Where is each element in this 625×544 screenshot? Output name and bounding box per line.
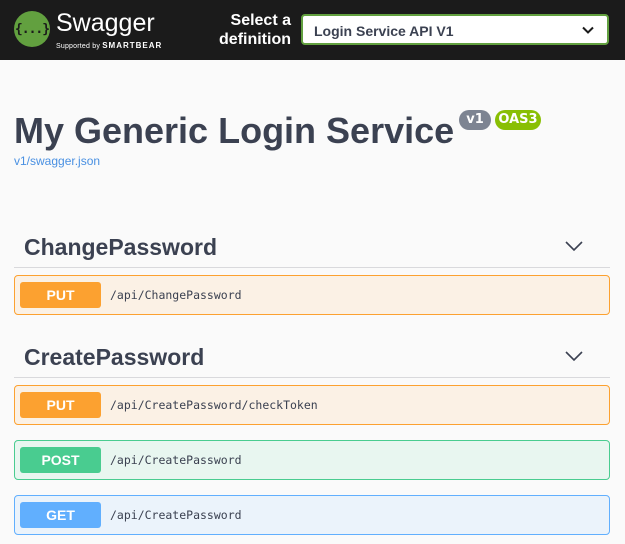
version-badge: v1 bbox=[459, 110, 491, 130]
tag-name: ChangePassword bbox=[24, 234, 217, 260]
chevron-down-icon bbox=[582, 26, 594, 34]
operation-path: /api/ChangePassword bbox=[110, 288, 242, 302]
operation-path: /api/CreatePassword bbox=[110, 453, 242, 467]
chevron-down-icon[interactable] bbox=[565, 350, 583, 362]
page-title: My Generic Login Service bbox=[14, 110, 455, 151]
tag-section-changepassword[interactable]: ChangePassword bbox=[14, 228, 610, 268]
definition-select[interactable]: Login Service API V1 bbox=[301, 14, 609, 45]
logo-glyph: {...} bbox=[14, 21, 50, 37]
operation-get-createpassword[interactable]: GET /api/CreatePassword bbox=[14, 495, 610, 535]
swagger-logo-icon[interactable]: {...} bbox=[14, 11, 50, 47]
method-badge: PUT bbox=[20, 392, 101, 418]
topbar: {...} Swagger Supported by SMARTBEAR Sel… bbox=[0, 0, 625, 60]
tag-section-createpassword[interactable]: CreatePassword bbox=[14, 338, 610, 378]
brand-subtitle: Supported by SMARTBEAR bbox=[56, 41, 163, 50]
operation-post-createpassword[interactable]: POST /api/CreatePassword bbox=[14, 440, 610, 480]
select-definition-label: Select a definition bbox=[219, 12, 291, 48]
operation-path: /api/CreatePassword bbox=[110, 508, 242, 522]
spec-url-link[interactable]: v1/swagger.json bbox=[14, 154, 100, 168]
tag-name: CreatePassword bbox=[24, 344, 205, 370]
method-badge: PUT bbox=[20, 282, 101, 308]
operation-path: /api/CreatePassword/checkToken bbox=[110, 398, 318, 412]
method-badge: POST bbox=[20, 447, 101, 473]
chevron-down-icon[interactable] bbox=[565, 240, 583, 252]
operation-put-checktoken[interactable]: PUT /api/CreatePassword/checkToken bbox=[14, 385, 610, 425]
oas-badge: OAS3 bbox=[495, 110, 541, 130]
definition-select-value: Login Service API V1 bbox=[314, 23, 454, 39]
operation-put-changepassword[interactable]: PUT /api/ChangePassword bbox=[14, 275, 610, 315]
brand-name[interactable]: Swagger bbox=[56, 9, 155, 38]
method-badge: GET bbox=[20, 502, 101, 528]
